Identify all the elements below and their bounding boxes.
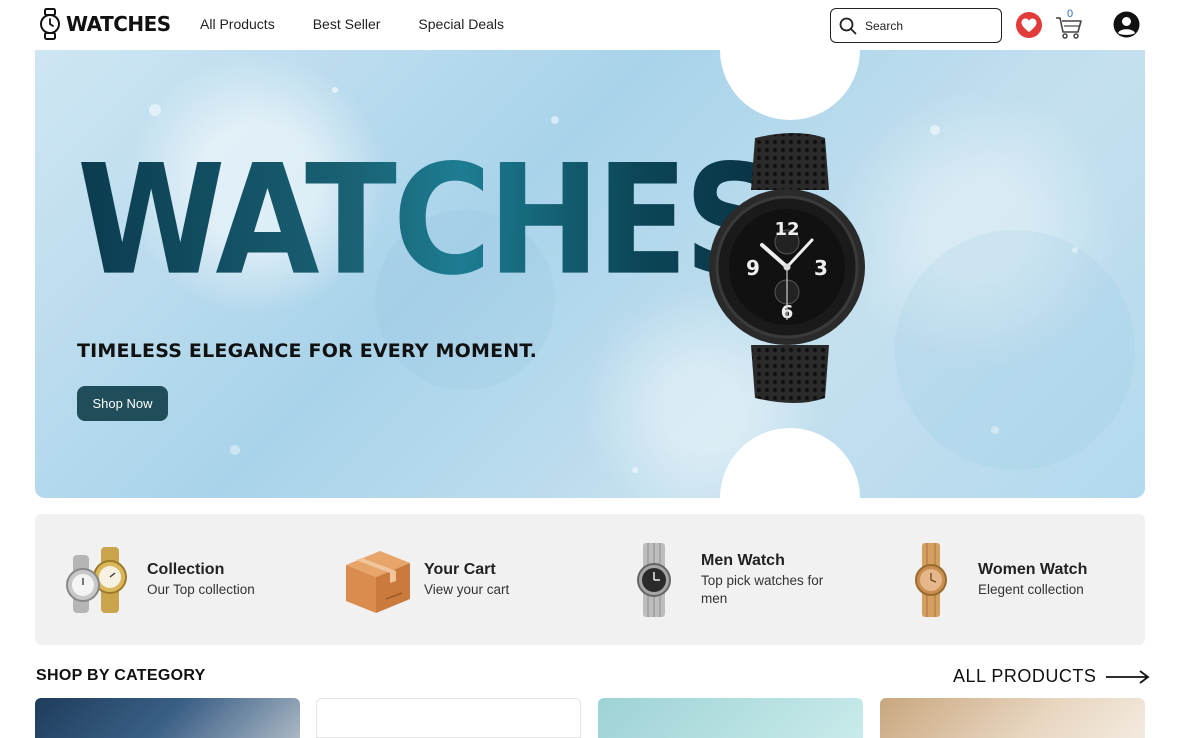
women-watch-icon (915, 542, 947, 617)
logo[interactable]: WATCHES (38, 8, 171, 40)
feature-desc: View your cart (424, 581, 510, 597)
hero-watch-image: 9 3 12 6 (709, 133, 865, 403)
wishlist-button[interactable] (1016, 12, 1042, 38)
category-card[interactable] (316, 698, 581, 738)
site-header: WATCHES All Products Best Seller Special… (0, 0, 1180, 50)
feature-text: Women Watch Elegent collection (978, 561, 1087, 599)
nav-special-deals[interactable]: Special Deals (418, 16, 504, 32)
account-icon (1113, 11, 1140, 38)
feature-title: Collection (147, 560, 225, 578)
category-card[interactable] (880, 698, 1145, 738)
feature-desc: Elegent collection (978, 581, 1084, 597)
svg-text:3: 3 (814, 256, 828, 280)
svg-text:9: 9 (746, 256, 760, 280)
all-products-link[interactable]: ALL PRODUCTS (953, 666, 1150, 687)
logo-text: WATCHES (66, 12, 171, 36)
svg-text:12: 12 (774, 219, 799, 240)
feature-text: Men Watch Top pick watches for men (701, 552, 846, 607)
feature-women-watch[interactable]: Women Watch Elegent collection (894, 514, 1087, 645)
search-box[interactable] (830, 8, 1002, 43)
search-input[interactable] (865, 18, 985, 33)
feature-your-cart[interactable]: Your Cart View your cart (340, 514, 509, 645)
feature-text: Your Cart View your cart (424, 561, 509, 599)
cart-button[interactable]: 0 (1055, 8, 1085, 40)
nav-best-seller[interactable]: Best Seller (313, 16, 381, 32)
feature-title: Your Cart (424, 560, 496, 578)
feature-title: Women Watch (978, 560, 1088, 578)
search-icon (839, 17, 857, 34)
account-button[interactable] (1113, 11, 1140, 38)
feature-desc: Top pick watches for men (701, 572, 824, 606)
heart-icon (1021, 18, 1037, 32)
men-watch-icon (637, 542, 671, 617)
feature-men-watch[interactable]: Men Watch Top pick watches for men (617, 514, 846, 645)
nav-all-products[interactable]: All Products (200, 16, 275, 32)
watches-collection-icon (66, 546, 127, 613)
feature-strip: Collection Our Top collection Your Cart … (35, 514, 1145, 645)
shop-by-category-heading: SHOP BY CATEGORY (36, 667, 206, 684)
watch-logo-icon (40, 8, 60, 40)
feature-text: Collection Our Top collection (147, 561, 255, 599)
arrow-right-icon (1106, 669, 1150, 684)
box-icon (346, 550, 410, 613)
hero-title: WATCHES (77, 132, 781, 310)
feature-collection[interactable]: Collection Our Top collection (63, 514, 255, 645)
feature-desc: Our Top collection (147, 581, 255, 597)
feature-title: Men Watch (701, 551, 785, 569)
hero-subtitle: TIMELESS ELEGANCE FOR EVERY MOMENT. (77, 340, 538, 362)
cart-count: 0 (1067, 8, 1074, 20)
hero-banner: WATCHES TIMELESS ELEGANCE FOR EVERY MOME… (35, 50, 1145, 498)
shop-now-button[interactable]: Shop Now (77, 386, 168, 421)
category-card[interactable] (35, 698, 300, 738)
category-card[interactable] (598, 698, 863, 738)
main-nav: All Products Best Seller Special Deals (200, 16, 504, 32)
all-products-label: ALL PRODUCTS (953, 666, 1097, 686)
